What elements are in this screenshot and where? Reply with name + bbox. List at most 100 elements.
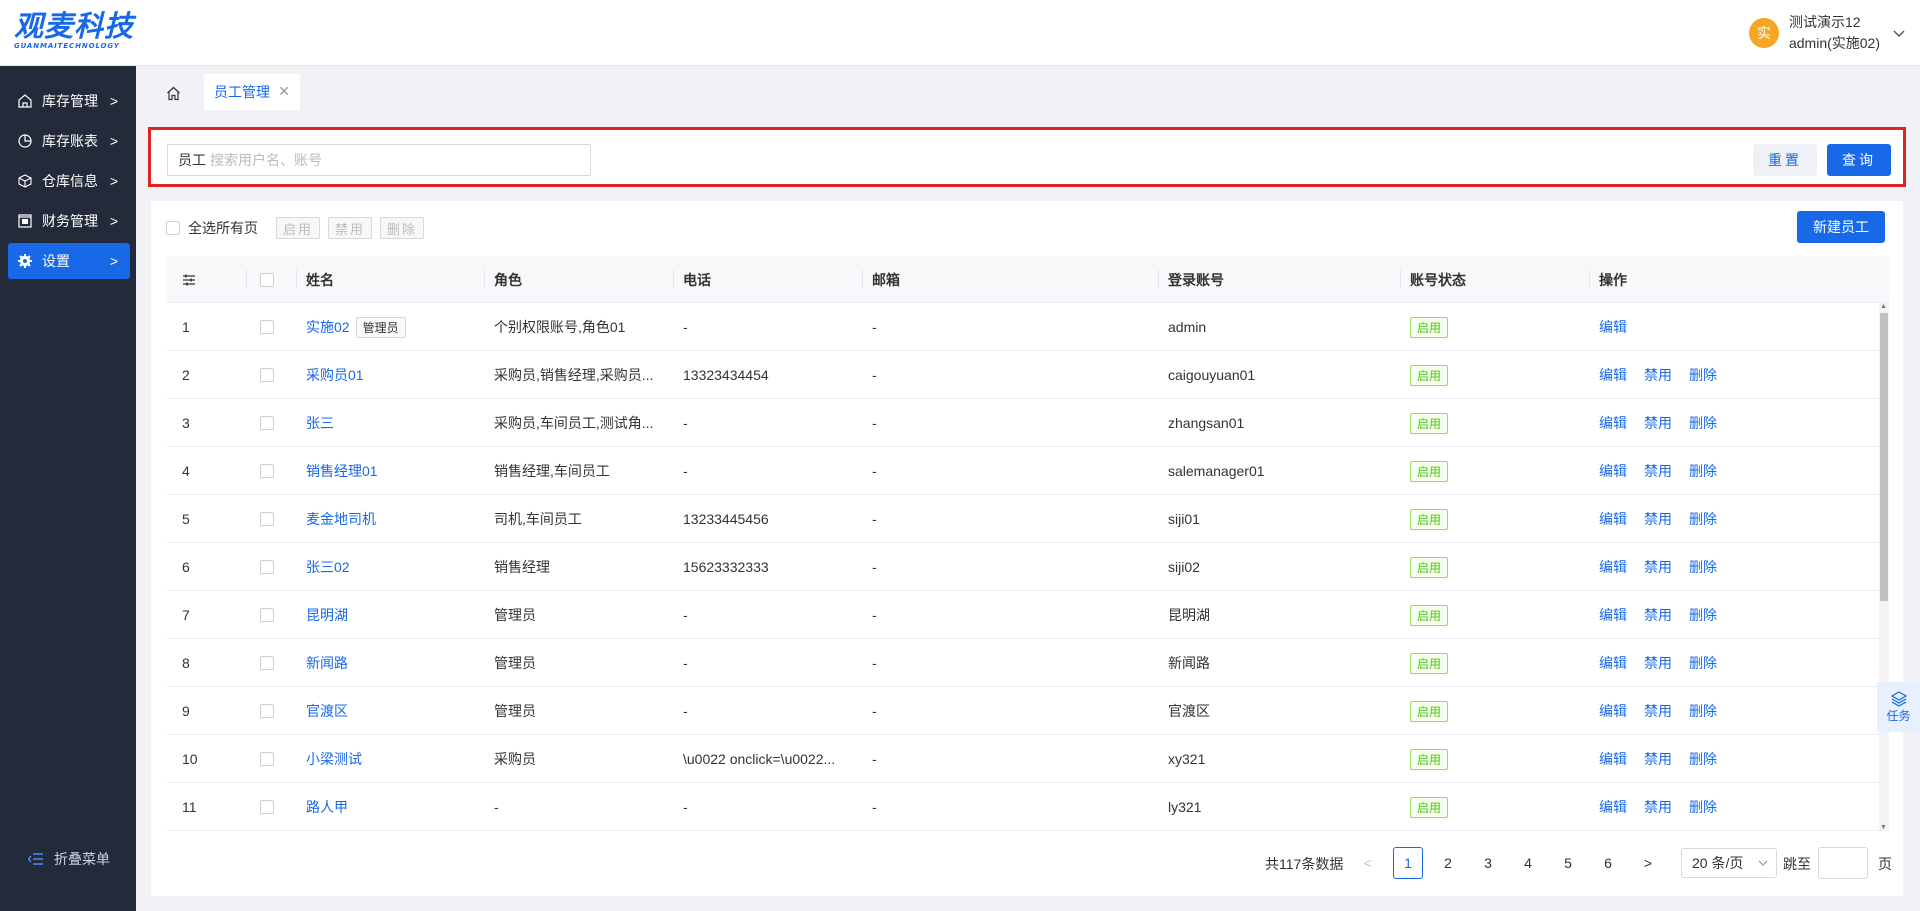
row-checkbox-cell[interactable] — [260, 783, 280, 831]
employee-name-cell[interactable]: 路人甲 — [306, 783, 486, 831]
brand-logo[interactable]: 观麦科技 GUANMAITECHNOLOGY — [14, 10, 144, 54]
employee-name-cell[interactable]: 销售经理01 — [306, 447, 486, 495]
employee-name-link[interactable]: 路人甲 — [306, 797, 348, 817]
edit-link[interactable]: 编辑 — [1599, 653, 1627, 673]
delete-link[interactable]: 删除 — [1689, 701, 1717, 721]
disable-link[interactable]: 禁用 — [1644, 749, 1672, 769]
reset-button[interactable]: 重置 — [1753, 144, 1817, 176]
disable-link[interactable]: 禁用 — [1644, 365, 1672, 385]
edit-link[interactable]: 编辑 — [1599, 797, 1627, 817]
row-checkbox[interactable] — [260, 800, 274, 814]
row-checkbox-cell[interactable] — [260, 687, 280, 735]
employee-name-link[interactable]: 昆明湖 — [306, 605, 348, 625]
row-checkbox[interactable] — [260, 656, 274, 670]
row-checkbox[interactable] — [260, 608, 274, 622]
employee-name-link[interactable]: 小梁测试 — [306, 749, 362, 769]
row-checkbox[interactable] — [260, 464, 274, 478]
employee-name-link[interactable]: 采购员01 — [306, 365, 364, 385]
row-checkbox-cell[interactable] — [260, 639, 280, 687]
employee-name-cell[interactable]: 张三 — [306, 399, 486, 447]
page-6[interactable]: 6 — [1593, 847, 1623, 879]
delete-link[interactable]: 删除 — [1689, 653, 1717, 673]
employee-name-cell[interactable]: 实施02 管理员 — [306, 303, 486, 351]
employee-name-link[interactable]: 新闻路 — [306, 653, 348, 673]
sidebar-item-inventory-report[interactable]: 库存账表 > — [8, 123, 130, 159]
query-button[interactable]: 查询 — [1827, 144, 1891, 176]
column-settings-icon[interactable] — [182, 256, 196, 303]
close-icon[interactable]: ✕ — [278, 83, 290, 100]
edit-link[interactable]: 编辑 — [1599, 461, 1627, 481]
employee-name-link[interactable]: 销售经理01 — [306, 461, 378, 481]
task-float-button[interactable]: 任务 — [1877, 682, 1920, 732]
disable-link[interactable]: 禁用 — [1644, 413, 1672, 433]
disable-link[interactable]: 禁用 — [1644, 797, 1672, 817]
employee-name-cell[interactable]: 麦金地司机 — [306, 495, 486, 543]
page-2[interactable]: 2 — [1433, 847, 1463, 879]
scroll-down-icon[interactable]: ▼ — [1880, 824, 1887, 831]
row-checkbox-cell[interactable] — [260, 591, 280, 639]
row-checkbox-cell[interactable] — [260, 303, 280, 351]
disable-link[interactable]: 禁用 — [1644, 461, 1672, 481]
edit-link[interactable]: 编辑 — [1599, 509, 1627, 529]
edit-link[interactable]: 编辑 — [1599, 317, 1627, 337]
row-checkbox-cell[interactable] — [260, 447, 280, 495]
scroll-up-icon[interactable]: ▲ — [1880, 303, 1887, 310]
employee-name-link[interactable]: 官渡区 — [306, 701, 348, 721]
row-checkbox[interactable] — [260, 752, 274, 766]
delete-link[interactable]: 删除 — [1689, 365, 1717, 385]
edit-link[interactable]: 编辑 — [1599, 605, 1627, 625]
delete-link[interactable]: 删除 — [1689, 557, 1717, 577]
delete-link[interactable]: 删除 — [1689, 461, 1717, 481]
tab-employee-management[interactable]: 员工管理 ✕ — [204, 74, 300, 110]
delete-link[interactable]: 删除 — [1689, 509, 1717, 529]
jump-page-input[interactable] — [1818, 847, 1868, 879]
employee-name-link[interactable]: 实施02 — [306, 317, 350, 337]
header-checkbox[interactable] — [260, 272, 274, 287]
employee-name-cell[interactable]: 小梁测试 — [306, 735, 486, 783]
chevron-down-icon[interactable] — [1892, 26, 1906, 40]
page-1[interactable]: 1 — [1393, 847, 1423, 879]
edit-link[interactable]: 编辑 — [1599, 749, 1627, 769]
page-5[interactable]: 5 — [1553, 847, 1583, 879]
employee-search-field[interactable]: 员工 — [167, 144, 591, 176]
sidebar-item-inventory[interactable]: 库存管理 > — [8, 83, 130, 119]
employee-name-link[interactable]: 张三 — [306, 413, 334, 433]
edit-link[interactable]: 编辑 — [1599, 413, 1627, 433]
disable-link[interactable]: 禁用 — [1644, 653, 1672, 673]
row-checkbox-cell[interactable] — [260, 351, 280, 399]
row-checkbox[interactable] — [260, 512, 274, 526]
employee-name-cell[interactable]: 张三02 — [306, 543, 486, 591]
delete-link[interactable]: 删除 — [1689, 605, 1717, 625]
sidebar-item-warehouse-info[interactable]: 仓库信息 > — [8, 163, 130, 199]
next-page-button[interactable]: > — [1633, 847, 1663, 879]
user-menu[interactable]: 实 测试演示12 admin(实施02) — [1748, 12, 1906, 54]
row-checkbox[interactable] — [260, 320, 274, 334]
page-3[interactable]: 3 — [1473, 847, 1503, 879]
prev-page-button[interactable]: < — [1353, 847, 1383, 879]
sidebar-item-settings[interactable]: 设置 > — [8, 243, 130, 279]
employee-name-cell[interactable]: 新闻路 — [306, 639, 486, 687]
row-checkbox[interactable] — [260, 560, 274, 574]
home-tab[interactable] — [158, 78, 188, 108]
row-checkbox[interactable] — [260, 704, 274, 718]
disable-link[interactable]: 禁用 — [1644, 509, 1672, 529]
sidebar-item-finance[interactable]: 财务管理 > — [8, 203, 130, 239]
delete-link[interactable]: 删除 — [1689, 797, 1717, 817]
employee-name-cell[interactable]: 昆明湖 — [306, 591, 486, 639]
delete-link[interactable]: 删除 — [1689, 413, 1717, 433]
table-scrollbar[interactable]: ▲ ▼ — [1879, 303, 1889, 831]
collapse-menu-button[interactable]: 折叠菜单 — [28, 849, 110, 869]
header-select-checkbox-cell[interactable] — [260, 256, 274, 303]
bulk-enable-button[interactable]: 启用 — [276, 217, 321, 239]
delete-link[interactable]: 删除 — [1689, 749, 1717, 769]
employee-name-cell[interactable]: 采购员01 — [306, 351, 486, 399]
edit-link[interactable]: 编辑 — [1599, 365, 1627, 385]
disable-link[interactable]: 禁用 — [1644, 701, 1672, 721]
row-checkbox-cell[interactable] — [260, 543, 280, 591]
employee-name-cell[interactable]: 官渡区 — [306, 687, 486, 735]
bulk-delete-button[interactable]: 删除 — [380, 217, 425, 239]
edit-link[interactable]: 编辑 — [1599, 557, 1627, 577]
row-checkbox-cell[interactable] — [260, 495, 280, 543]
row-checkbox[interactable] — [260, 368, 274, 382]
page-4[interactable]: 4 — [1513, 847, 1543, 879]
